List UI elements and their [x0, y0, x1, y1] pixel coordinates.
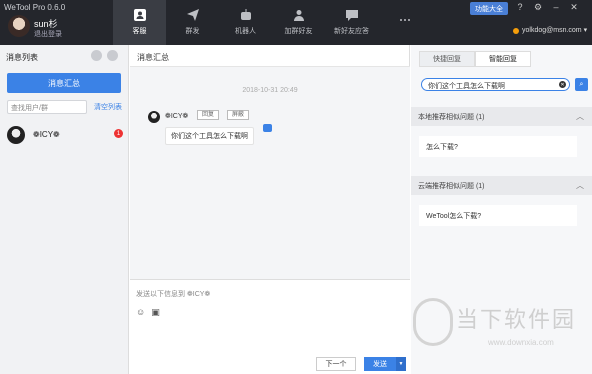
chat-header: 消息汇总 — [130, 45, 410, 67]
reply-button[interactable]: 回复 — [197, 110, 220, 120]
nav-robot[interactable]: 机器人 — [219, 0, 272, 45]
user-avatar[interactable] — [8, 15, 30, 37]
send-button[interactable]: 发送 — [364, 357, 396, 371]
panel-icons — [91, 50, 118, 61]
user-icon — [133, 9, 146, 21]
account-status-icon — [513, 28, 519, 34]
tab-smart-reply[interactable]: 智能回复 — [475, 51, 531, 67]
message-list-panel: 消息列表 消息汇总 查找用户/群 清空列表 ❁ICY❁ 1 — [0, 45, 129, 374]
close-icon[interactable]: ✕ — [568, 2, 580, 13]
nav-label: 群发 — [185, 28, 200, 35]
contact-name: ❁ICY❁ — [33, 130, 60, 139]
message-summary-button[interactable]: 消息汇总 — [7, 73, 121, 93]
search-icon[interactable]: ⌕ — [575, 78, 588, 91]
chat-panel: 消息汇总 2018-10-31 20:49 ❁ICY❁ 回复 屏蔽 你们这个工具… — [130, 45, 410, 374]
main-nav: 客服 群发 机器人 加群好友 新好友应答 — [113, 0, 431, 45]
chevron-up-icon[interactable]: ︿ — [576, 111, 584, 122]
local-suggestion-item[interactable]: 怎么下载? — [419, 136, 577, 157]
contact-list-item[interactable]: ❁ICY❁ 1 — [0, 122, 129, 148]
clear-icon[interactable]: ✕ — [559, 81, 566, 88]
nav-customer-service[interactable]: 客服 — [113, 0, 166, 45]
watermark-logo-icon — [413, 298, 453, 346]
next-button[interactable]: 下一个 — [316, 357, 356, 371]
nav-mass-send[interactable]: 群发 — [166, 0, 219, 45]
settings-icon[interactable]: ⚙ — [532, 2, 544, 13]
minimize-icon[interactable]: – — [550, 2, 562, 13]
question-search-input[interactable]: 你们这个工具怎么下载啊 — [421, 78, 570, 91]
watermark-url: www.downxia.com — [488, 338, 554, 347]
gear-icon[interactable] — [107, 50, 118, 61]
app-title: WeTool Pro 0.6.0 — [4, 3, 66, 12]
feature-list-button[interactable]: 功能大全 — [470, 2, 508, 15]
watermark: 当下软件园 www.downxia.com — [411, 296, 592, 356]
robot-icon[interactable] — [263, 124, 272, 132]
emoji-icon[interactable]: ☺ — [136, 307, 145, 318]
nav-more[interactable] — [378, 0, 431, 45]
tab-quick-reply[interactable]: 快捷回复 — [419, 51, 475, 67]
clear-list-link[interactable]: 清空列表 — [94, 102, 122, 112]
window-controls: ? ⚙ – ✕ — [514, 2, 580, 13]
account-dropdown[interactable]: yolkdog@msn.com ▾ — [522, 26, 587, 34]
section-title: 云端推荐相似问题 (1) — [418, 183, 485, 190]
nav-label: 新好友应答 — [334, 28, 369, 35]
send-icon — [186, 9, 199, 21]
wechat-icon[interactable] — [91, 50, 102, 61]
panel-title: 消息列表 — [6, 53, 38, 62]
chat-icon — [345, 10, 358, 21]
nav-new-friend-reply[interactable]: 新好友应答 — [325, 0, 378, 45]
avatar — [148, 111, 160, 123]
reply-tabs: 快捷回复 智能回复 — [419, 51, 531, 67]
compose-area[interactable]: 发送以下信息到 ❁ICY❁ ☺ ▣ 下一个 发送 ▼ — [130, 279, 410, 374]
logout-link[interactable]: 退出登录 — [34, 29, 62, 39]
watermark-text: 当下软件园 — [456, 307, 577, 332]
image-icon[interactable]: ▣ — [151, 307, 160, 318]
message-sender: ❁ICY❁ — [165, 113, 189, 120]
unread-badge: 1 — [114, 129, 123, 138]
chat-title: 消息汇总 — [137, 53, 169, 62]
robot-icon — [240, 9, 251, 20]
nav-label: 客服 — [132, 28, 147, 35]
nav-label: 机器人 — [235, 28, 256, 35]
message-bubble: 你们这个工具怎么下载啊 — [165, 127, 254, 145]
cloud-suggestion-item[interactable]: WeTool怎么下载? — [419, 205, 577, 226]
help-icon[interactable]: ? — [514, 2, 526, 13]
chevron-up-icon[interactable]: ︿ — [576, 180, 584, 191]
local-suggestions-header[interactable]: 本地推荐相似问题 (1) ︿ — [411, 107, 592, 126]
message-timestamp: 2018-10-31 20:49 — [242, 87, 298, 94]
compose-toolbar: ☺ ▣ — [136, 307, 160, 318]
compose-hint: 发送以下信息到 ❁ICY❁ — [136, 291, 211, 298]
section-title: 本地推荐相似问题 (1) — [418, 114, 485, 121]
block-button[interactable]: 屏蔽 — [227, 110, 250, 120]
cloud-suggestions-header[interactable]: 云端推荐相似问题 (1) ︿ — [411, 176, 592, 195]
title-bar: WeTool Pro 0.6.0 sun杉 退出登录 客服 群发 机器人 加群好… — [0, 0, 592, 45]
user-search-input[interactable]: 查找用户/群 — [7, 100, 87, 114]
more-icon — [399, 19, 410, 21]
nav-add-group-friends[interactable]: 加群好友 — [272, 0, 325, 45]
add-user-icon — [293, 10, 304, 21]
chat-history: 2018-10-31 20:49 ❁ICY❁ 回复 屏蔽 你们这个工具怎么下载啊 — [130, 67, 410, 279]
nav-label: 加群好友 — [284, 28, 313, 35]
avatar — [7, 126, 25, 144]
chevron-down-icon[interactable]: ▼ — [396, 357, 406, 371]
